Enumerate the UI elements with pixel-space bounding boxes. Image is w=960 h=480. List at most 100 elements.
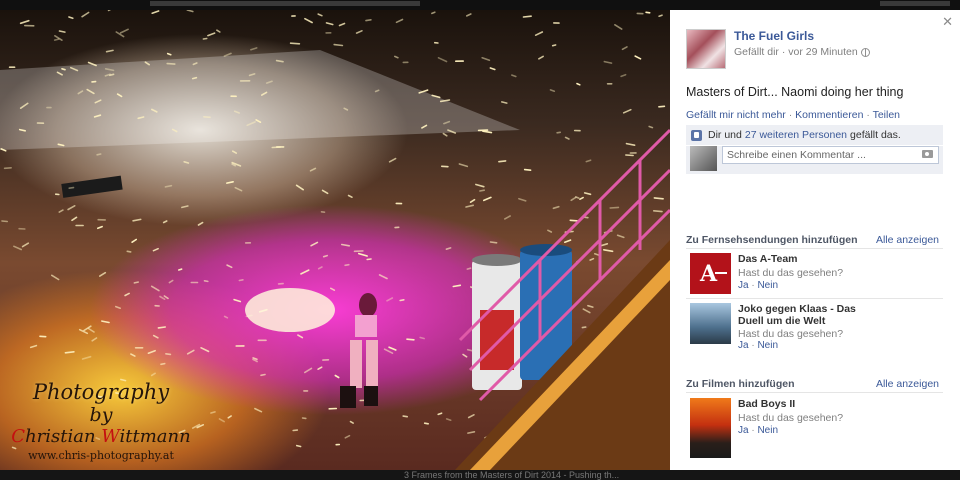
spark xyxy=(614,24,623,30)
spark xyxy=(232,150,237,154)
watermark-title: Photography xyxy=(32,380,170,404)
spark xyxy=(275,59,284,63)
spark xyxy=(186,10,194,13)
spark xyxy=(347,194,353,198)
spark xyxy=(119,28,129,34)
post-text: Masters of Dirt... Naomi doing her thing xyxy=(686,85,904,99)
tv-item-title[interactable]: Das A-Team xyxy=(738,253,858,265)
no-link[interactable]: Nein xyxy=(757,280,778,291)
spark xyxy=(152,247,159,252)
spark xyxy=(569,219,579,222)
spark xyxy=(226,264,233,269)
watermark-initial: W xyxy=(101,426,120,447)
tv-item-title[interactable]: Joko gegen Klaas - Das Duell um die Welt xyxy=(738,303,858,327)
spark xyxy=(96,153,102,156)
no-link[interactable]: Nein xyxy=(757,425,778,436)
spark xyxy=(500,101,508,104)
spark xyxy=(388,346,397,351)
spark xyxy=(570,196,577,202)
spark xyxy=(489,67,496,71)
spark xyxy=(97,225,103,230)
spark xyxy=(50,274,60,281)
spark xyxy=(366,258,372,261)
spark xyxy=(475,183,485,188)
yes-link[interactable]: Ja xyxy=(738,425,749,436)
spark xyxy=(467,413,475,419)
spark xyxy=(166,52,172,56)
likes-summary: Dir und 27 weiteren Personen gefällt das… xyxy=(686,125,943,145)
comment-input[interactable]: Schreibe einen Kommentar ... xyxy=(722,146,939,164)
spark xyxy=(71,216,78,222)
spark xyxy=(151,10,160,15)
no-link[interactable]: Nein xyxy=(757,340,778,351)
film-item-question: Hast du das gesehen? xyxy=(738,412,844,424)
spark xyxy=(164,184,173,188)
spark xyxy=(621,46,628,51)
joko-klaas-thumbnail[interactable] xyxy=(690,303,731,344)
spark xyxy=(576,82,581,86)
spark xyxy=(81,11,90,18)
album-caption[interactable]: 3 Frames from the Masters of Dirt 2014 -… xyxy=(404,470,664,480)
post-side-panel: ✕ The Fuel Girls Gefällt dir · vor 29 Mi… xyxy=(670,10,960,470)
spark xyxy=(203,116,211,119)
camera-icon[interactable] xyxy=(922,150,933,158)
spark xyxy=(223,315,229,319)
spark xyxy=(466,267,472,270)
watermark-by: by xyxy=(89,404,113,426)
spark xyxy=(534,31,544,37)
spark xyxy=(522,15,532,18)
likes-suffix: gefällt das. xyxy=(850,129,901,141)
spark xyxy=(465,13,472,17)
film-see-all-link[interactable]: Alle anzeigen xyxy=(876,378,939,390)
photo[interactable]: Photography by Christian Wittmann www.ch… xyxy=(0,10,670,470)
likes-prefix: Dir und xyxy=(708,129,742,141)
comment-placeholder: Schreibe einen Kommentar ... xyxy=(727,149,866,161)
yes-link[interactable]: Ja xyxy=(738,280,749,291)
spark xyxy=(186,349,195,355)
spark xyxy=(482,196,492,202)
spark xyxy=(338,22,346,27)
spark xyxy=(203,279,209,283)
spark xyxy=(579,196,584,200)
page-avatar[interactable] xyxy=(686,29,726,69)
spark xyxy=(310,241,319,247)
spark xyxy=(658,105,666,108)
spark xyxy=(289,42,301,45)
spark xyxy=(87,327,95,333)
spark xyxy=(168,279,174,284)
tv-see-all-link[interactable]: Alle anzeigen xyxy=(876,234,939,246)
spark xyxy=(564,136,570,140)
spark xyxy=(163,295,169,300)
top-bar-block xyxy=(880,1,950,6)
spark xyxy=(304,17,313,24)
likes-people-link[interactable]: 27 weiteren Personen xyxy=(745,129,847,141)
comment-link[interactable]: Kommentieren xyxy=(795,109,863,121)
spark xyxy=(160,362,166,366)
spark xyxy=(126,250,132,253)
separator: · xyxy=(785,109,796,121)
spark xyxy=(150,285,160,292)
page-name-link[interactable]: The Fuel Girls xyxy=(734,29,870,43)
film-item-title[interactable]: Bad Boys II xyxy=(738,398,858,410)
film-item-actions: Ja · Nein xyxy=(738,425,778,436)
bad-boys-poster[interactable] xyxy=(690,398,731,458)
spark xyxy=(13,245,23,251)
spark xyxy=(317,266,323,270)
unlike-link[interactable]: Gefällt mir nicht mehr xyxy=(686,109,786,121)
spark xyxy=(321,189,329,195)
spark xyxy=(183,161,190,164)
spark xyxy=(147,349,156,355)
spark xyxy=(556,131,562,134)
share-link[interactable]: Teilen xyxy=(873,109,900,121)
spark xyxy=(202,37,208,40)
post-author: The Fuel Girls Gefällt dir · vor 29 Minu… xyxy=(686,29,870,69)
comment-composer: Schreibe einen Kommentar ... xyxy=(686,146,943,174)
a-team-thumbnail[interactable]: A xyxy=(690,253,731,294)
spark xyxy=(105,49,114,53)
close-icon[interactable]: ✕ xyxy=(942,14,953,30)
spark xyxy=(378,274,388,280)
spark xyxy=(465,204,475,208)
spark xyxy=(609,206,620,209)
yes-link[interactable]: Ja xyxy=(738,340,749,351)
spark xyxy=(322,254,329,258)
